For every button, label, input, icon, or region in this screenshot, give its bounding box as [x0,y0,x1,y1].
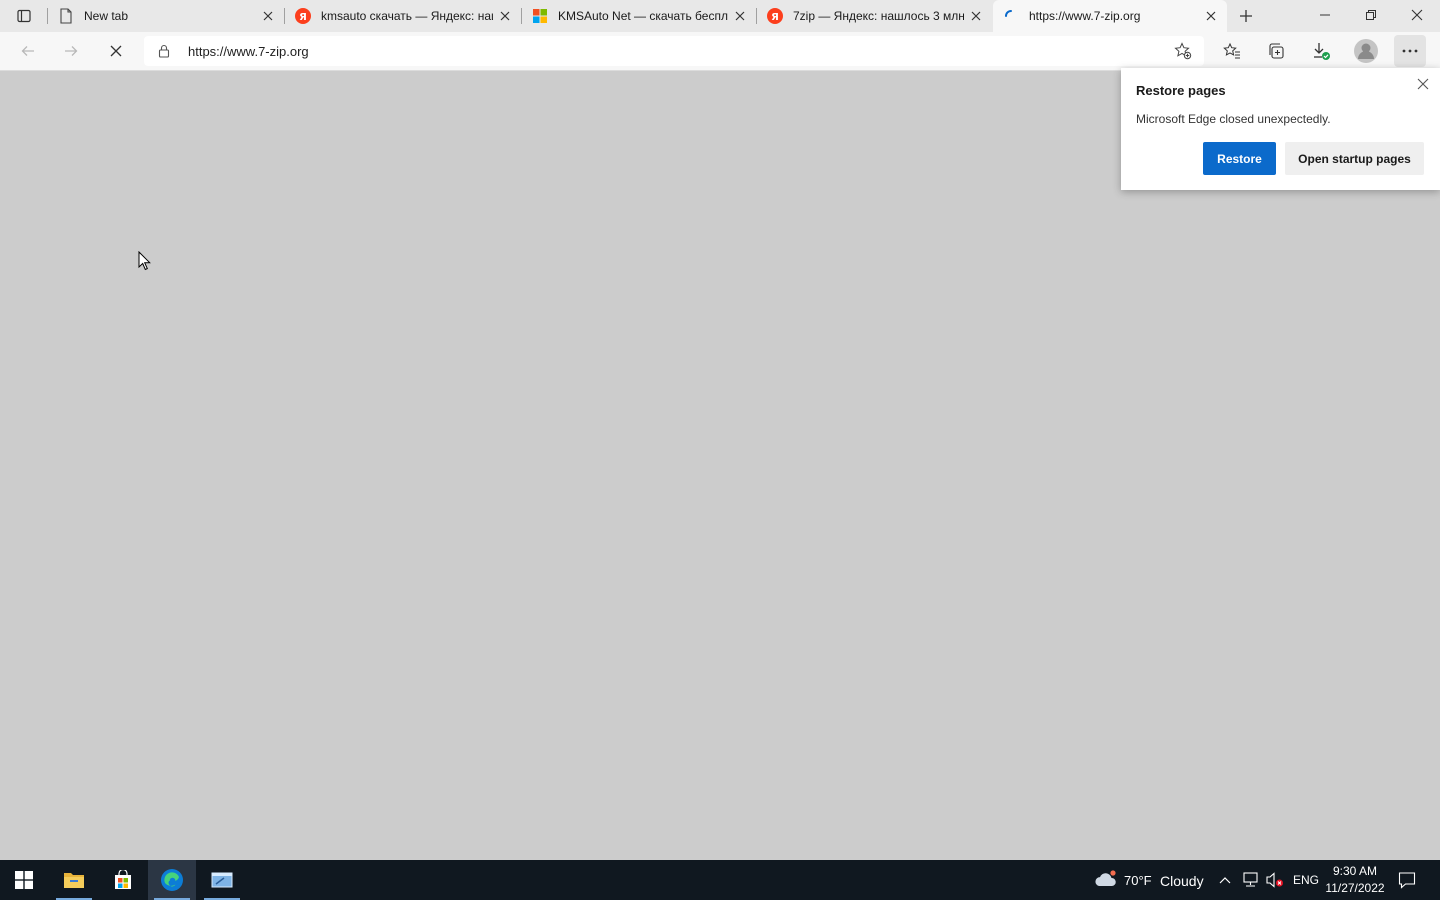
weather-condition[interactable]: Cloudy [1160,873,1204,889]
address-url[interactable]: https://www.7-zip.org [188,44,309,59]
favorites-icon [1223,42,1240,59]
input-language-indicator[interactable]: ENG [1293,873,1319,887]
start-button[interactable] [0,860,48,900]
notifications-icon[interactable] [1398,871,1416,892]
close-icon [1417,78,1429,90]
tab-actions-menu-button[interactable] [8,4,40,28]
store-bag-icon [115,870,131,889]
new-tab-button[interactable] [1232,4,1260,28]
taskbar-microsoft-edge[interactable] [148,860,196,900]
download-icon [1314,43,1330,60]
title-bar: New tab Я kmsauto скачать — Яндекс: нашл… [0,0,1440,32]
restore-button[interactable]: Restore [1203,142,1276,175]
weather-icon[interactable] [1093,869,1119,892]
volume-muted-icon[interactable] [1265,872,1285,891]
folder-icon [64,873,84,888]
tab-7zip-org[interactable]: https://www.7-zip.org [993,0,1227,32]
browser-toolbar: https://www.7-zip.org [0,32,1440,71]
svg-text:Я: Я [299,12,307,23]
tab-title: kmsauto скачать — Яндекс: нашлось [321,9,493,23]
stop-icon [110,45,122,57]
open-startup-pages-button[interactable]: Open startup pages [1285,142,1424,175]
taskbar: 70°F Cloudy ENG 9:30 AM 11/27/2022 [0,860,1440,900]
restore-pages-dialog: Restore pages Microsoft Edge closed unex… [1121,68,1440,190]
avatar-icon [1354,39,1378,63]
tab-close-icon[interactable] [728,4,752,28]
svg-text:Я: Я [771,12,779,23]
close-window-button[interactable] [1394,0,1440,30]
chevron-up-icon[interactable] [1219,874,1231,888]
app-window-icon [211,872,233,888]
forward-button[interactable] [55,35,87,67]
back-arrow-icon [21,46,34,56]
address-bar[interactable]: https://www.7-zip.org [144,36,1204,66]
loading-spinner-icon [1003,8,1019,24]
tab-close-icon[interactable] [964,4,988,28]
tab-kmsauto-yandex[interactable]: Я kmsauto скачать — Яндекс: нашлось [285,0,521,32]
tab-actions-icon [17,9,31,23]
downloads-button[interactable] [1305,35,1337,67]
system-clock[interactable]: 9:30 AM 11/27/2022 [1322,863,1388,897]
network-icon[interactable] [1242,872,1260,891]
taskbar-file-explorer[interactable] [50,860,98,900]
tab-new-tab[interactable]: New tab [48,0,284,32]
favorites-button[interactable] [1216,35,1248,67]
page-icon [58,8,74,24]
yandex-icon: Я [295,8,311,24]
tab-title: https://www.7-zip.org [1029,9,1141,23]
yandex-icon: Я [767,8,783,24]
tab-close-icon[interactable] [256,4,280,28]
restore-window-button[interactable] [1348,0,1394,30]
stop-loading-button[interactable] [100,35,132,67]
collections-button[interactable] [1260,35,1292,67]
tab-kmsauto-net[interactable]: KMSAuto Net — скачать бесплатно [522,0,756,32]
add-favorite-icon[interactable] [1174,42,1192,63]
settings-menu-button[interactable] [1394,35,1426,67]
clock-date: 11/27/2022 [1325,881,1385,895]
weather-temperature[interactable]: 70°F [1124,873,1152,888]
clock-time: 9:30 AM [1332,864,1378,878]
dialog-message: Microsoft Edge closed unexpectedly. [1136,112,1331,126]
windows-start-icon [15,871,33,889]
more-options-icon [1402,49,1418,53]
edge-browser-icon [161,869,183,891]
tab-close-icon[interactable] [493,4,517,28]
windows-logo-icon [532,8,548,24]
back-button[interactable] [12,35,44,67]
lock-icon[interactable] [158,44,170,61]
taskbar-app-window[interactable] [198,860,246,900]
close-icon [1411,9,1423,21]
taskbar-microsoft-store[interactable] [99,860,147,900]
tab-title: 7zip — Яндекс: нашлось 3 млн [793,9,964,23]
plus-icon [1240,10,1252,22]
tab-close-icon[interactable] [1199,4,1223,28]
tab-7zip-yandex[interactable]: Я 7zip — Яндекс: нашлось 3 млн [757,0,992,32]
minimize-button[interactable] [1302,0,1348,30]
profile-button[interactable] [1350,35,1382,67]
tab-title: KMSAuto Net — скачать бесплатно [558,9,728,23]
tab-title: New tab [84,9,129,23]
collections-icon [1269,43,1284,59]
restore-window-icon [1366,10,1376,20]
forward-arrow-icon [65,46,78,56]
mouse-cursor-icon [138,250,151,274]
minimize-icon [1320,14,1330,16]
dialog-title: Restore pages [1136,83,1226,98]
dialog-close-button[interactable] [1413,74,1433,94]
